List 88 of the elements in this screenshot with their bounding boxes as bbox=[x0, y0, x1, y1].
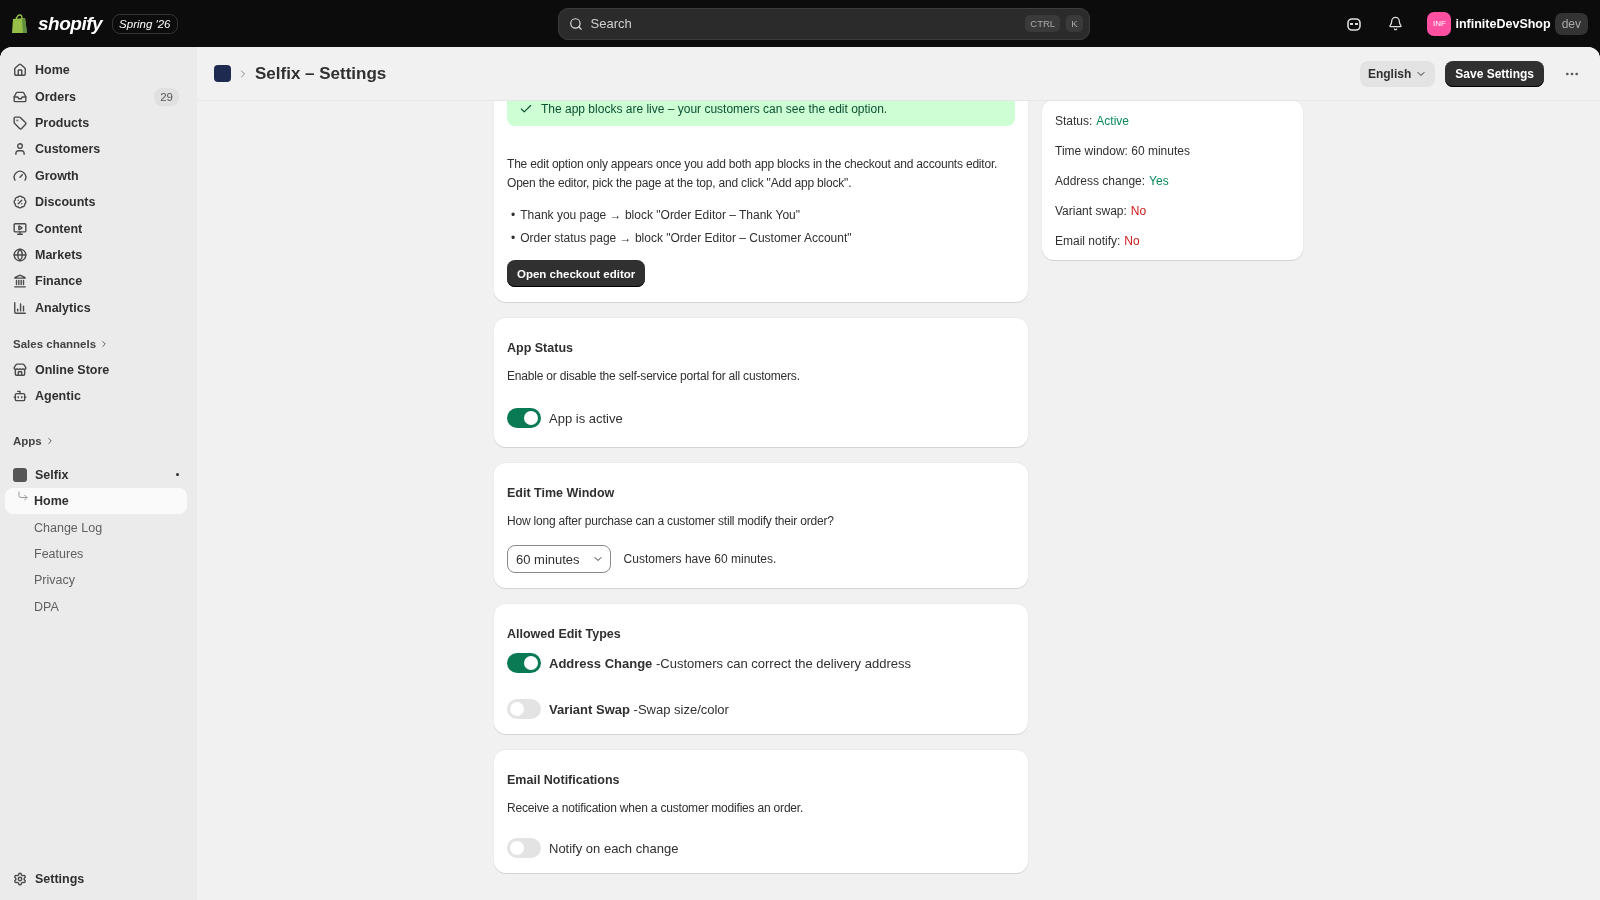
home-icon bbox=[13, 63, 27, 78]
banner-text: The app blocks are live – your customers can see the edit option. bbox=[541, 101, 888, 116]
nav-subitem[interactable]: DPA bbox=[5, 593, 187, 621]
nav-item[interactable]: Discounts bbox=[5, 188, 187, 216]
toggle-switch[interactable] bbox=[507, 838, 541, 858]
time-select[interactable]: 60 minutes bbox=[507, 545, 611, 573]
products-icon bbox=[13, 115, 27, 130]
instruction-text: Open the editor, pick the page at the top, and click "Add app block". bbox=[507, 175, 853, 192]
summary-label: Variant swap: bbox=[1055, 204, 1127, 218]
shopping-bag-icon bbox=[12, 13, 28, 34]
nav-item[interactable]: Home bbox=[5, 57, 187, 84]
shortcut-key: CTRL bbox=[1025, 15, 1061, 32]
card-description: How long after purchase can a customer still modify their order? bbox=[507, 513, 835, 530]
nav-item[interactable]: Products bbox=[5, 109, 187, 137]
language-select[interactable]: English bbox=[1359, 60, 1436, 87]
search-input[interactable]: Search bbox=[588, 15, 1020, 32]
summary-value: Active bbox=[1096, 114, 1130, 128]
app-icon bbox=[13, 467, 27, 482]
summary-label: Email notify: bbox=[1055, 234, 1121, 248]
nav-subitem[interactable]: Change Log bbox=[5, 514, 187, 541]
card-title: Email Notifications bbox=[507, 773, 621, 787]
nav-item[interactable]: Agentic bbox=[5, 383, 187, 410]
section-heading[interactable]: Sales channels bbox=[5, 330, 187, 357]
card-title: App Status bbox=[507, 341, 574, 355]
card-description: Enable or disable the self-service portal for all customers. bbox=[507, 368, 801, 385]
nav-item[interactable]: Analytics bbox=[5, 294, 187, 321]
card-title: Edit Time Window bbox=[507, 486, 616, 500]
summary-value: Yes bbox=[1149, 174, 1169, 188]
nav-item[interactable]: Online Store bbox=[5, 356, 187, 384]
nav-item[interactable]: Growth bbox=[5, 162, 187, 189]
orders-icon bbox=[13, 89, 27, 104]
open-editor-button[interactable]: Open checkout editor bbox=[507, 260, 646, 287]
toggle-label: App is active bbox=[549, 410, 623, 426]
bullet-mark: • bbox=[511, 230, 516, 246]
summary-label: Address change: bbox=[1055, 174, 1146, 188]
app-icon bbox=[214, 65, 231, 82]
nav-item[interactable]: Markets bbox=[5, 241, 187, 269]
nav-item[interactable]: Selfix bbox=[5, 461, 187, 489]
search-icon bbox=[568, 16, 583, 31]
summary-label: Time window: 60 minutes bbox=[1055, 144, 1190, 158]
card-description: Receive a notification when a customer modifies an order. bbox=[507, 800, 805, 817]
branch-icon bbox=[17, 490, 29, 503]
time-note: Customers have 60 minutes. bbox=[623, 552, 777, 566]
store-icon bbox=[13, 363, 27, 378]
summary-label: Status: bbox=[1055, 114, 1093, 128]
step-item: Order status page → block "Order Editor – Customer Account" bbox=[520, 230, 852, 246]
dot-icon bbox=[176, 473, 179, 477]
nav-item[interactable]: Finance bbox=[5, 268, 187, 295]
count-badge: 29 bbox=[154, 87, 179, 106]
nav-item[interactable]: Content bbox=[5, 215, 187, 242]
shortcut-key: K bbox=[1066, 15, 1083, 32]
settings-icon bbox=[13, 871, 27, 886]
release-badge: Spring '26 bbox=[112, 13, 178, 34]
summary-value: No bbox=[1130, 204, 1147, 218]
toggle-switch[interactable] bbox=[507, 408, 541, 428]
toggle-switch[interactable] bbox=[507, 699, 541, 719]
instruction-text: The edit option only appears once you add both app blocks in the checkout and accounts editor. bbox=[507, 156, 999, 173]
nav-item[interactable]: Customers bbox=[5, 136, 187, 163]
robot-icon[interactable] bbox=[1346, 15, 1363, 32]
nav-item[interactable]: Settings bbox=[5, 865, 187, 892]
section-heading[interactable]: Apps bbox=[5, 427, 187, 454]
content-icon bbox=[13, 221, 27, 236]
nav-subitem[interactable]: Home bbox=[5, 488, 187, 515]
customers-icon bbox=[13, 142, 27, 157]
analytics-icon bbox=[13, 300, 27, 315]
summary-value: No bbox=[1124, 234, 1140, 248]
nav-item[interactable]: Orders 29 bbox=[5, 83, 187, 110]
discounts-icon bbox=[13, 195, 27, 210]
markets-icon bbox=[13, 247, 27, 262]
shop-name[interactable]: infiniteDevShop bbox=[1455, 16, 1551, 31]
bullet-mark: • bbox=[511, 207, 516, 223]
finance-icon bbox=[13, 274, 27, 289]
brand-name: shopify bbox=[38, 12, 103, 35]
toggle-label: Notify on each change bbox=[549, 840, 679, 856]
save-button[interactable]: Save Settings bbox=[1445, 60, 1544, 87]
option-label: Address Change -Customers can correct the delivery address bbox=[549, 655, 911, 671]
option-label: Variant Swap -Swap size/color bbox=[549, 701, 729, 717]
nav-subitem[interactable]: Privacy bbox=[5, 567, 187, 594]
toggle-switch[interactable] bbox=[507, 653, 541, 673]
step-item: Thank you page → block "Order Editor – Thank You" bbox=[520, 207, 800, 223]
notifications-icon[interactable] bbox=[1388, 16, 1404, 31]
card-title: Allowed Edit Types bbox=[507, 627, 622, 641]
dev-badge: dev bbox=[1554, 12, 1588, 35]
page-title: Selfix – Settings bbox=[255, 63, 387, 84]
agentic-icon bbox=[13, 389, 27, 404]
growth-icon bbox=[13, 168, 27, 183]
nav-subitem[interactable]: Features bbox=[5, 540, 187, 568]
search-field[interactable]: Search CTRL K bbox=[557, 7, 1090, 40]
